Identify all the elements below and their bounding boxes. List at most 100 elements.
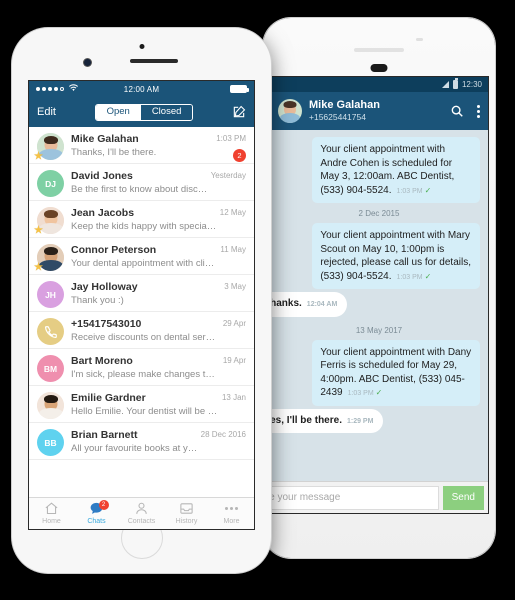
tab-chats[interactable]: 2 Chats [74, 498, 119, 529]
delivered-check-icon: ✓ [375, 388, 383, 397]
conversation-meta: 28 Dec 2016 [201, 429, 246, 441]
send-button[interactable]: Send [442, 485, 484, 510]
proximity-sensor [139, 44, 144, 49]
conversation-row[interactable]: DJ David Jones Be the first to know about … [29, 164, 254, 201]
conversation-name: Bart Moreno [71, 355, 133, 367]
tab-contacts[interactable]: Contacts [119, 498, 164, 529]
conversation-meta: 1:03 PM 2 [216, 133, 246, 163]
chat-header: Mike Galahan +15625441754 [270, 92, 488, 130]
android-screen: 12:30 Mike Galahan +15625441754 Your cli… [269, 76, 489, 514]
edit-button[interactable]: Edit [37, 106, 56, 118]
avatar[interactable]: DJ [37, 170, 64, 197]
conversation-list[interactable]: ★ Mike Galahan Thanks, I'll be there. 1:03 … [29, 127, 254, 497]
tab-label: History [175, 518, 198, 525]
conversation-meta: 12 May [220, 207, 246, 219]
conversation-row[interactable]: BM Bart Moreno I'm sick, please make chang… [29, 349, 254, 386]
conversation-name: +15417543010 [71, 318, 142, 330]
front-camera [84, 59, 91, 66]
earpiece-speaker [354, 48, 404, 52]
conversation-preview: Keep the kids happy with special offer f… [71, 221, 217, 232]
message-text: Yes, I'll be there. [270, 414, 342, 426]
conversation-row[interactable]: ★ Connor Peterson Your dental appointment … [29, 238, 254, 275]
conversation-time: Yesterday [210, 171, 246, 180]
conversation-name: Emilie Gardner [71, 392, 146, 404]
avatar[interactable]: JH [37, 281, 64, 308]
conversation-row[interactable]: ★ Jean Jacobs Keep the kids happy with spe… [29, 201, 254, 238]
conversation-meta: Yesterday [211, 170, 246, 182]
segment-option-closed[interactable]: Closed [140, 104, 193, 120]
signal-icon [441, 81, 449, 88]
conversation-time: 28 Dec 2016 [200, 430, 246, 439]
conversation-time: 1:03 PM [216, 134, 246, 143]
conversation-preview: Your dental appointment with client will… [71, 258, 218, 269]
conversation-name: Brian Barnett [71, 429, 138, 441]
conversation-time: 19 Apr [222, 356, 246, 365]
conversation-text: Jay Holloway Thank you :) [71, 281, 224, 307]
screenshot-stage: 12:30 Mike Galahan +15625441754 Your cli… [0, 0, 515, 600]
android-phone-frame: 12:30 Mike Galahan +15625441754 Your cli… [263, 18, 495, 558]
history-icon [179, 501, 194, 516]
message-bubble-incoming[interactable]: Your client appointment with Mary Scout … [312, 223, 480, 289]
conversation-row[interactable]: JH Jay Holloway Thank you :) 3 May [29, 275, 254, 312]
tab-home[interactable]: Home [29, 498, 74, 529]
conversation-time: 12 May [219, 208, 246, 217]
tab-label: Home [42, 518, 61, 525]
delivered-check-icon: ✓ [424, 271, 432, 281]
segment-option-open[interactable]: Open [95, 104, 141, 120]
message-input[interactable]: Type your message [270, 485, 439, 510]
message-text: Your client appointment with Mary Scout … [320, 230, 471, 282]
tab-label: Chats [87, 518, 106, 525]
conversation-row[interactable]: ★ Mike Galahan Thanks, I'll be there. 1:03 … [29, 127, 254, 164]
conversation-time: 11 May [220, 245, 246, 254]
ios-tab-bar[interactable]: Home 2 Chats Contacts History More [29, 497, 254, 529]
conversation-time: 29 Apr [222, 319, 246, 328]
conversation-meta: 13 Jan [222, 392, 246, 404]
message-time: 1:03 PM [396, 187, 423, 195]
tab-label: Contacts [127, 518, 156, 525]
conversation-row[interactable]: BB Brian Barnett All your favourite books … [29, 423, 254, 460]
date-separator: 13 May 2017 [355, 325, 403, 335]
avatar[interactable]: ★ [34, 133, 64, 162]
conversation-row[interactable]: +15417543010 Receive discounts on dental … [29, 312, 254, 349]
segmented-control[interactable]: Open Closed [94, 103, 194, 121]
ios-nav-bar: Edit Open Closed [29, 97, 254, 127]
message-bubble-incoming[interactable]: Your client appointment with Andre Cohen… [312, 137, 480, 203]
message-bubble-outgoing[interactable]: Yes, I'll be there. 1:29 PM [270, 408, 384, 433]
conversation-preview: Be the first to know about discounts and… [71, 184, 208, 195]
avatar[interactable]: ★ [34, 207, 64, 236]
android-status-bar: 12:30 [270, 77, 488, 92]
conversation-name: Jean Jacobs [71, 207, 135, 219]
conversation-time: 3 May [224, 282, 246, 291]
home-icon [44, 501, 59, 516]
conversation-preview: Thank you :) [71, 295, 124, 306]
message-row-outgoing: Thanks. 12:04 AM [270, 292, 480, 320]
conversation-text: David Jones Be the first to know about di… [71, 170, 211, 196]
tab-more[interactable]: More [209, 498, 254, 529]
tab-history[interactable]: History [164, 498, 209, 529]
message-text: Thanks. [270, 298, 302, 309]
earpiece-speaker [129, 59, 178, 63]
search-icon[interactable] [450, 104, 464, 118]
star-icon: ★ [34, 151, 43, 162]
more-dots-icon [225, 501, 238, 516]
overflow-menu-icon[interactable] [477, 104, 480, 118]
avatar[interactable] [37, 318, 64, 345]
chat-contact-name: Mike Galahan [309, 99, 380, 111]
avatar[interactable]: BM [37, 355, 64, 382]
avatar[interactable]: BB [37, 429, 64, 456]
avatar[interactable]: ★ [34, 244, 64, 273]
message-thread[interactable]: Your client appointment with Andre Cohen… [270, 130, 488, 481]
compose-icon[interactable] [232, 105, 246, 119]
conversation-text: +15417543010 Receive discounts on dental … [71, 318, 223, 344]
conversation-text: Jean Jacobs Keep the kids happy with spec… [71, 207, 220, 233]
android-status-time: 12:30 [461, 80, 482, 89]
message-bubble-outgoing[interactable]: Thanks. 12:04 AM [270, 292, 348, 317]
conversation-row[interactable]: Emilie Gardner Hello Emilie. Your dentist… [29, 386, 254, 423]
message-text: Your client appointment with Dany Ferris… [320, 346, 472, 399]
contact-avatar[interactable] [278, 99, 302, 123]
conversation-preview: Hello Emilie. Your dentist will be ready… [71, 406, 219, 417]
conversation-time: 13 Jan [221, 393, 246, 402]
message-bubble-incoming[interactable]: Your client appointment with Dany Ferris… [312, 339, 480, 406]
conversation-text: Connor Peterson Your dental appointment w… [71, 244, 220, 270]
avatar[interactable] [37, 392, 64, 419]
